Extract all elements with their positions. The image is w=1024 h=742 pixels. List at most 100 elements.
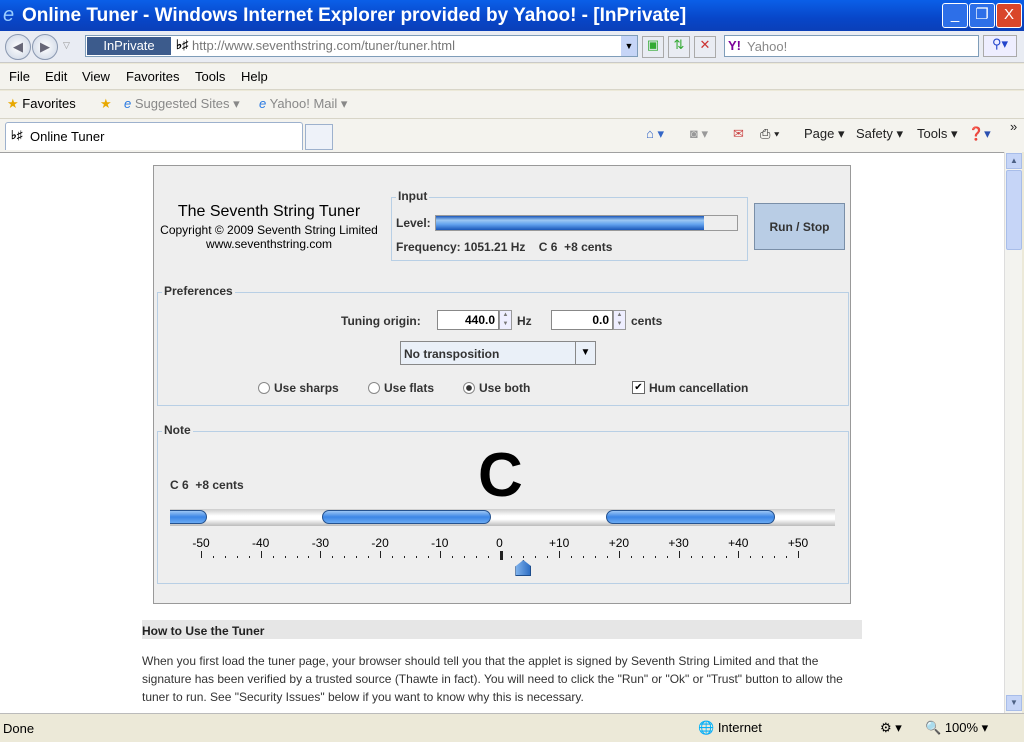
history-dropdown-icon[interactable]: ▽ (63, 40, 70, 51)
restore-button[interactable]: ❐ (969, 3, 995, 28)
tools-menu[interactable]: Tools ▾ (917, 126, 958, 142)
radio-label: Use both (479, 381, 531, 395)
scale-label: -40 (252, 536, 270, 550)
chevron-down-icon[interactable]: ▼ (575, 342, 595, 364)
forward-button[interactable]: ▶ (32, 34, 58, 60)
scale-tick (714, 556, 716, 558)
howto-heading-bar: How to Use the Tuner (142, 620, 862, 639)
scale-tick (654, 556, 656, 558)
help-icon[interactable]: ❓▾ (968, 126, 991, 142)
scale-label: -10 (431, 536, 449, 550)
scale-tick (296, 556, 298, 558)
favorites-bar: ★ Favorites ★ e Suggested Sites ▾ e Yaho… (0, 91, 1024, 119)
page-menu[interactable]: Page ▾ (804, 126, 845, 142)
cents-stepper[interactable]: ▲ ▼ (613, 310, 626, 330)
yahoo-mail-link[interactable]: e Yahoo! Mail ▾ (259, 96, 347, 112)
tab-label: Online Tuner (30, 129, 105, 144)
scale-label: -30 (311, 536, 330, 550)
scale-tick (798, 551, 799, 558)
scale-tick (427, 556, 429, 558)
cents-input[interactable]: 0.0 (551, 310, 613, 330)
chevron-more-icon[interactable]: » (1010, 119, 1017, 134)
scale-tick (595, 556, 597, 558)
checkbox-checked-icon: ✔ (632, 381, 645, 394)
tuner-applet: The Seventh String Tuner Copyright © 200… (153, 165, 851, 604)
strobe-segment (606, 510, 775, 524)
scale-tick (618, 551, 620, 558)
radio-icon (368, 382, 380, 394)
tab-online-tuner[interactable]: ♭♯ Online Tuner (5, 122, 303, 150)
menu-view[interactable]: View (82, 69, 110, 84)
level-label: Level: (396, 216, 431, 230)
transposition-select[interactable]: No transposition ▼ (400, 341, 596, 365)
compatibility-icon[interactable]: ▣ (642, 36, 664, 58)
menu-tools[interactable]: Tools (195, 69, 225, 84)
scale-tick (511, 556, 513, 558)
scale-tick (678, 551, 680, 558)
back-button[interactable]: ◀ (5, 34, 31, 60)
menu-file[interactable]: File (9, 69, 30, 84)
minimize-button[interactable]: _ (942, 3, 968, 28)
zoom-level: 100% (944, 720, 979, 735)
close-button[interactable]: X (996, 3, 1022, 28)
favorites-button[interactable]: ★ Favorites (7, 96, 76, 112)
input-group: Input Level: Frequency: 1051.21 Hz C 6 +… (391, 189, 748, 261)
feeds-icon[interactable]: ◙ ▾ (690, 126, 708, 142)
address-bar: ◀ ▶ ▽ InPrivate ♭♯ http://www.seventhstr… (0, 31, 1024, 63)
menu-edit[interactable]: Edit (45, 69, 67, 84)
status-text: Done (3, 721, 35, 736)
scale-tick (666, 556, 668, 558)
ie-logo-icon: e (3, 4, 15, 26)
safety-menu[interactable]: Safety ▾ (856, 126, 903, 142)
scale-tick (499, 551, 503, 560)
strobe-bar (170, 509, 835, 526)
scale-tick (236, 556, 238, 558)
cents-scale: -50 -40 -30 -20 -10 0 +10 +20 +30 +40 +50 (158, 532, 850, 582)
menu-bar: File Edit View Favorites Tools Help (0, 64, 1024, 90)
vertical-scrollbar[interactable]: ▲ ▼ (1004, 152, 1022, 713)
scale-tick (284, 556, 286, 558)
menu-favorites[interactable]: Favorites (126, 69, 179, 84)
menu-help[interactable]: Help (241, 69, 268, 84)
yahoo-icon: Y! (728, 38, 741, 53)
url-dropdown-icon[interactable]: ▼ (621, 36, 637, 56)
scale-label: +30 (668, 536, 689, 550)
radio-label: Use flats (384, 381, 435, 395)
mail-icon[interactable]: ✉ (733, 126, 744, 142)
search-input[interactable]: Y! Yahoo! (724, 35, 979, 57)
add-favorite-icon[interactable]: ★ (100, 96, 112, 112)
scroll-up-icon[interactable]: ▲ (1006, 153, 1022, 169)
scale-label: +20 (608, 536, 630, 550)
run-stop-button[interactable]: Run / Stop (754, 203, 845, 250)
stop-icon[interactable]: ✕ (694, 36, 716, 58)
scale-tick (750, 556, 752, 558)
scale-tick (559, 551, 561, 558)
tab-row: ♭♯ Online Tuner ⌂ ▾ ◙ ▾ ✉ ⎙ ▾ Page ▾ Safe… (0, 119, 1024, 152)
hz-input[interactable]: 440.0 (437, 310, 499, 330)
scale-tick (630, 556, 632, 558)
scroll-thumb[interactable] (1006, 170, 1022, 250)
new-tab-button[interactable] (305, 124, 333, 150)
home-icon[interactable]: ⌂ ▾ (646, 126, 664, 142)
scale-tick (523, 556, 525, 558)
refresh-icon[interactable]: ⇅ (668, 36, 690, 58)
preferences-legend: Preferences (162, 284, 235, 298)
scale-label: +40 (728, 536, 749, 550)
tools-label: Tools (917, 126, 948, 141)
scroll-down-icon[interactable]: ▼ (1006, 695, 1022, 711)
scale-tick (547, 556, 549, 558)
protected-mode-icon[interactable]: ⚙ ▾ (880, 720, 902, 736)
url-field[interactable]: InPrivate ♭♯ http://www.seventhstring.co… (85, 35, 638, 57)
tuning-origin-label: Tuning origin: (341, 314, 421, 328)
hz-stepper[interactable]: ▲ ▼ (499, 310, 512, 330)
print-icon[interactable]: ⎙ ▾ (760, 126, 779, 142)
zoom-control[interactable]: 🔍 100% ▾ (925, 720, 988, 736)
note-reading: C 6 +8 cents (170, 478, 244, 492)
scale-tick (762, 556, 764, 558)
scale-tick (702, 556, 704, 558)
scale-tick (451, 556, 453, 558)
hz-unit: Hz (517, 314, 532, 328)
preferences-group: Preferences Tuning origin: 440.0 ▲ ▼ Hz 0… (157, 284, 849, 406)
search-button[interactable]: ⚲▾ (983, 35, 1017, 57)
suggested-sites-link[interactable]: e Suggested Sites ▾ (124, 96, 240, 112)
